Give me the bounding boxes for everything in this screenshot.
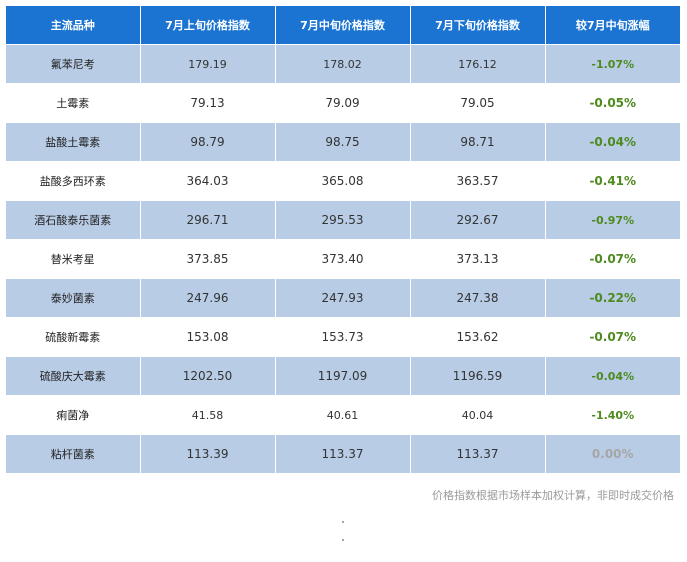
cell-late-july-index: 79.05 [410,83,546,123]
table-header-row: 主流品种 7月上旬价格指数 7月中旬价格指数 7月下旬价格指数 较7月中旬涨幅 [6,6,680,45]
cell-late-july-index: 176.12 [410,44,546,84]
cell-mid-july-index: 153.73 [275,317,411,357]
table-row: 硫酸庆大霉素 1202.50 1197.09 1196.59 -0.04% [6,356,680,396]
cell-early-july-index: 179.19 [140,44,276,84]
cell-mid-july-index: 1197.09 [275,356,411,396]
cell-late-july-index: 247.38 [410,278,546,318]
cell-variety-name: 泰妙菌素 [6,278,141,318]
cell-late-july-index: 1196.59 [410,356,546,396]
cell-change: -1.07% [545,44,680,84]
footnote: 价格指数根据市场样本加权计算，非即时成交价格 [432,489,674,502]
table-row: 盐酸土霉素 98.79 98.75 98.71 -0.04% [6,122,680,162]
table-row: 硫酸新霉素 153.08 153.73 153.62 -0.07% [6,317,680,357]
cell-change: 0.00% [545,434,680,474]
table-row: 酒石酸泰乐菌素 296.71 295.53 292.67 -0.97% [6,200,680,240]
cell-change: -0.07% [545,317,680,357]
cell-mid-july-index: 98.75 [275,122,411,162]
cell-early-july-index: 1202.50 [140,356,276,396]
decorative-dot-1 [342,521,344,523]
cell-variety-name: 酒石酸泰乐菌素 [6,200,141,240]
cell-mid-july-index: 79.09 [275,83,411,123]
cell-early-july-index: 364.03 [140,161,276,201]
cell-late-july-index: 363.57 [410,161,546,201]
cell-mid-july-index: 178.02 [275,44,411,84]
decorative-dot-2 [342,539,344,541]
cell-variety-name: 痢菌净 [6,395,141,435]
cell-late-july-index: 40.04 [410,395,546,435]
cell-variety-name: 替米考星 [6,239,141,279]
cell-early-july-index: 98.79 [140,122,276,162]
cell-change: -0.04% [545,122,680,162]
cell-change: -0.41% [545,161,680,201]
header-change-vs-mid-july: 较7月中旬涨幅 [545,6,680,45]
cell-mid-july-index: 40.61 [275,395,411,435]
cell-variety-name: 硫酸新霉素 [6,317,141,357]
cell-variety-name: 土霉素 [6,83,141,123]
cell-early-july-index: 153.08 [140,317,276,357]
cell-variety-name: 氟苯尼考 [6,44,141,84]
header-variety: 主流品种 [6,6,141,45]
cell-early-july-index: 296.71 [140,200,276,240]
header-late-july-index: 7月下旬价格指数 [410,6,546,45]
cell-change: -0.07% [545,239,680,279]
cell-early-july-index: 41.58 [140,395,276,435]
table-row: 替米考星 373.85 373.40 373.13 -0.07% [6,239,680,279]
cell-change: -1.40% [545,395,680,435]
cell-variety-name: 粘杆菌素 [6,434,141,474]
cell-early-july-index: 113.39 [140,434,276,474]
cell-late-july-index: 373.13 [410,239,546,279]
cell-early-july-index: 247.96 [140,278,276,318]
cell-variety-name: 盐酸多西环素 [6,161,141,201]
cell-mid-july-index: 113.37 [275,434,411,474]
table-row: 盐酸多西环素 364.03 365.08 363.57 -0.41% [6,161,680,201]
table-body: 氟苯尼考 179.19 178.02 176.12 -1.07% 土霉素 79.13 79.0… [6,44,680,474]
cell-late-july-index: 292.67 [410,200,546,240]
cell-mid-july-index: 365.08 [275,161,411,201]
table-row: 氟苯尼考 179.19 178.02 176.12 -1.07% [6,44,680,84]
table-row: 土霉素 79.13 79.09 79.05 -0.05% [6,83,680,123]
cell-change: -0.97% [545,200,680,240]
table-row: 粘杆菌素 113.39 113.37 113.37 0.00% [6,434,680,474]
cell-late-july-index: 153.62 [410,317,546,357]
cell-early-july-index: 79.13 [140,83,276,123]
cell-variety-name: 硫酸庆大霉素 [6,356,141,396]
cell-change: -0.22% [545,278,680,318]
price-index-table: 主流品种 7月上旬价格指数 7月中旬价格指数 7月下旬价格指数 较7月中旬涨幅 … [6,6,680,474]
cell-late-july-index: 98.71 [410,122,546,162]
cell-change: -0.05% [545,83,680,123]
cell-mid-july-index: 247.93 [275,278,411,318]
cell-late-july-index: 113.37 [410,434,546,474]
cell-early-july-index: 373.85 [140,239,276,279]
table-row: 痢菌净 41.58 40.61 40.04 -1.40% [6,395,680,435]
cell-variety-name: 盐酸土霉素 [6,122,141,162]
cell-mid-july-index: 295.53 [275,200,411,240]
table-row: 泰妙菌素 247.96 247.93 247.38 -0.22% [6,278,680,318]
header-early-july-index: 7月上旬价格指数 [140,6,276,45]
cell-mid-july-index: 373.40 [275,239,411,279]
header-mid-july-index: 7月中旬价格指数 [275,6,411,45]
cell-change: -0.04% [545,356,680,396]
